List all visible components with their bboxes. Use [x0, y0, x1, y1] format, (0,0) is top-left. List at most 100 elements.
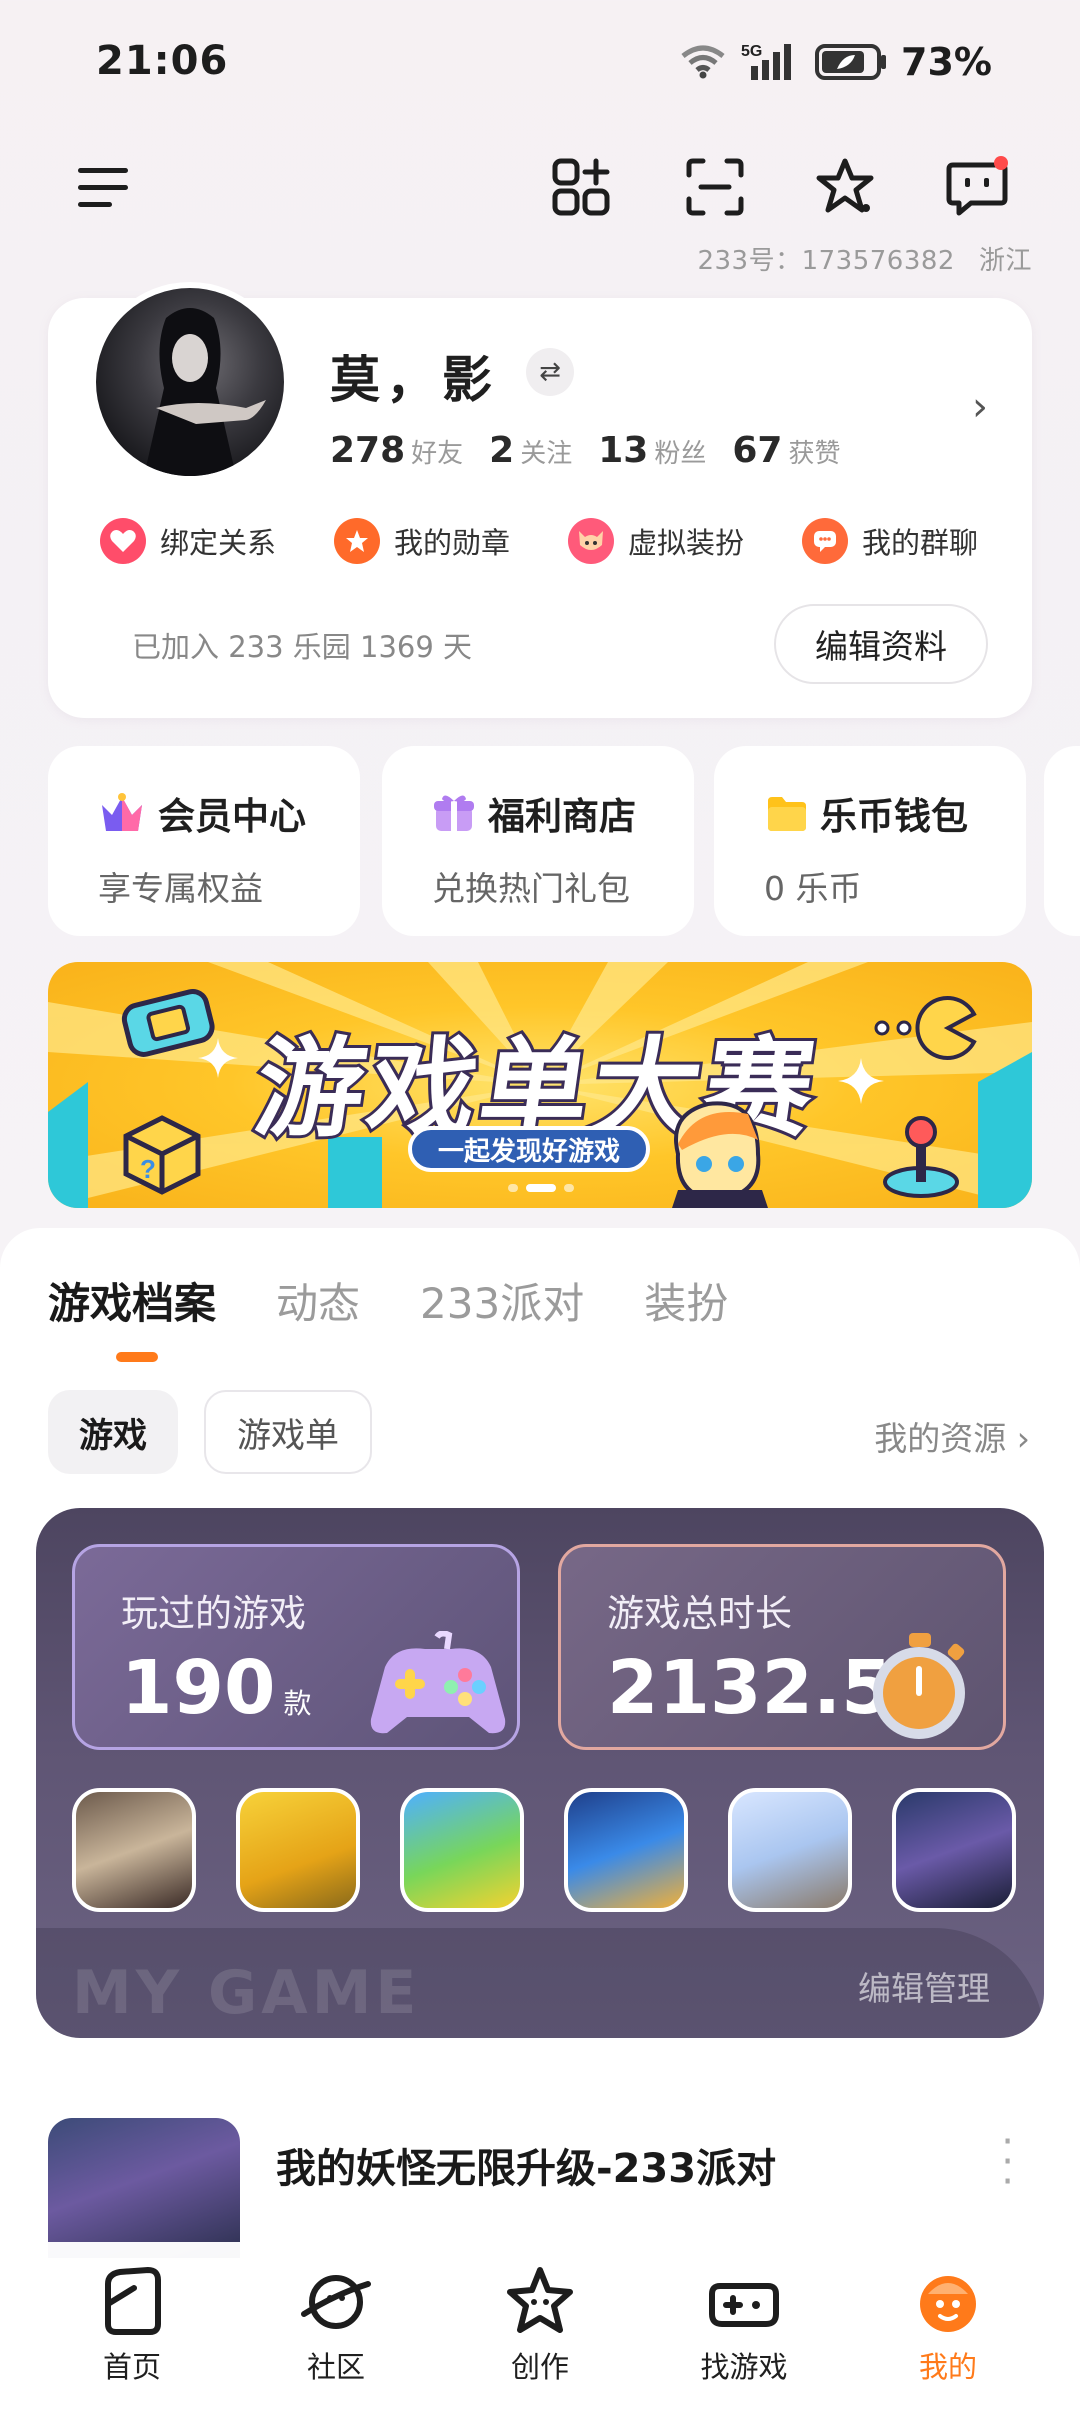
chevron-right-icon[interactable]: › [972, 384, 988, 430]
uid-line: 233号：173576382 浙江 [697, 240, 1032, 277]
quick-link-costume[interactable]: 虚拟装扮 [568, 518, 744, 564]
sparkle-icon [838, 1058, 884, 1104]
stat-friends[interactable]: 278 好友 [330, 430, 463, 471]
create-star-icon [507, 2267, 573, 2333]
event-banner[interactable]: ? 游戏单大赛 一起发现好游戏 [48, 962, 1032, 1208]
controller-icon [370, 1631, 506, 1734]
edit-profile-button[interactable]: 编辑资料 [774, 604, 988, 684]
chip-games[interactable]: 游戏 [48, 1390, 178, 1474]
nav-me[interactable]: 我的 [873, 2242, 1023, 2412]
battery-icon [815, 44, 887, 80]
tile-title: 福利商店 [432, 786, 650, 840]
played-games-box[interactable]: 玩过的游戏 190 款 [72, 1544, 520, 1750]
stat-fans[interactable]: 13 粉丝 [598, 430, 706, 471]
home-icon [105, 2267, 161, 2335]
tile-subtitle: 享专属权益 [98, 869, 263, 908]
game-icon-6[interactable] [892, 1788, 1016, 1912]
me-icon [920, 2276, 976, 2332]
tab-game-archive[interactable]: 游戏档案 [48, 1270, 216, 1331]
mascot-character [672, 1101, 768, 1208]
tile-membership[interactable]: 会员中心 享专属权益 [48, 746, 360, 936]
stat-following[interactable]: 2 关注 [489, 430, 572, 471]
quick-link-group-chat[interactable]: 我的群聊 [802, 518, 978, 564]
quick-link-bind-relation[interactable]: 绑定关系 [100, 518, 276, 564]
bottom-nav: 首页 社区 创作 找游戏 我的 [0, 2242, 1080, 2412]
group-chat-icon [802, 518, 849, 564]
nav-create[interactable]: 创作 [465, 2242, 615, 2412]
planet-icon [301, 2275, 371, 2329]
network-type: 5G [741, 43, 762, 60]
game-icon-4[interactable] [564, 1788, 688, 1912]
swap-account-button[interactable]: ⇄ [526, 348, 574, 396]
message-icon[interactable] [942, 152, 1012, 222]
game-icon-3[interactable] [400, 1788, 524, 1912]
star-icon[interactable] [810, 152, 880, 222]
nav-find-games[interactable]: 找游戏 [669, 2242, 819, 2412]
banner-pagination [508, 1184, 574, 1192]
pacman-deco-icon [874, 996, 977, 1060]
quick-links: 绑定关系 我的勋章 虚拟装扮 我的群聊 [100, 518, 978, 564]
profile-tabs: 游戏档案 动态 233派对 装扮 [48, 1270, 728, 1331]
menu-icon[interactable] [68, 152, 138, 222]
game-icon-1[interactable] [72, 1788, 196, 1912]
wifi-icon [681, 45, 725, 79]
nav-home[interactable]: 首页 [57, 2242, 207, 2412]
my-resources-link[interactable]: 我的资源 › [874, 1412, 1030, 1460]
tile-wallet[interactable]: 乐币钱包 0 乐币 [714, 746, 1026, 936]
post-title[interactable]: 我的妖怪无限升级-233派对 [276, 2136, 776, 2194]
profile-stats: 278 好友 2 关注 13 粉丝 67 获赞 [330, 430, 841, 471]
signal-icon: 5G [741, 43, 792, 80]
region-text: 浙江 [978, 246, 1032, 276]
tile-next-peek[interactable] [1044, 746, 1080, 936]
tab-indicator [116, 1352, 158, 1362]
tile-welfare-shop[interactable]: 福利商店 兑换热门礼包 [382, 746, 694, 936]
chevron-right-icon: › [1016, 1419, 1030, 1458]
footer-watermark: MY GAME [72, 1958, 421, 2028]
apps-icon[interactable] [546, 152, 616, 222]
nickname: 莫，影 [330, 351, 498, 409]
recent-games-row [72, 1788, 1016, 1912]
gamepad-icon [709, 2283, 779, 2327]
heart-icon [100, 518, 146, 564]
medal-icon [334, 518, 381, 564]
played-games-unit: 款 [283, 1687, 312, 1720]
profile-card: 莫，影 ⇄ 278 好友 2 关注 13 粉丝 67 获赞 › 绑定关系 我的勋章 虚拟… [48, 282, 1032, 718]
quick-link-medals[interactable]: 我的勋章 [334, 518, 510, 564]
cube-deco-icon: ? [123, 1115, 201, 1195]
stat-likes[interactable]: 67 获赞 [732, 430, 840, 471]
avatar[interactable] [90, 282, 290, 482]
gift-icon [434, 795, 474, 831]
play-duration-box[interactable]: 游戏总时长 2132.5小时 [558, 1544, 1006, 1750]
tile-subtitle: 0 乐币 [764, 869, 862, 908]
status-time: 21:06 [96, 38, 229, 84]
joystick-deco-icon [883, 1116, 959, 1198]
played-games-value: 190 [121, 1645, 276, 1731]
scan-icon[interactable] [680, 152, 750, 222]
nav-community[interactable]: 社区 [261, 2242, 411, 2412]
game-archive-card: GAME TIME 玩过的游戏 190款 游戏总时长 2132.5小时 MY G… [36, 1508, 1044, 2038]
played-games-label: 玩过的游戏 [121, 1592, 306, 1635]
my-resources-label: 我的资源 [874, 1419, 1007, 1458]
tile-title: 会员中心 [98, 786, 316, 840]
sparkle-icon [198, 1038, 238, 1078]
more-options-icon[interactable]: · · · [1001, 2122, 1014, 2202]
game-icon-2[interactable] [236, 1788, 360, 1912]
svg-text:?: ? [140, 1154, 156, 1184]
tile-subtitle: 兑换热门礼包 [432, 869, 630, 908]
wallet-icon [768, 797, 806, 831]
edit-manage-button[interactable]: 编辑管理 [858, 1962, 990, 2010]
tab-activity[interactable]: 动态 [276, 1270, 360, 1331]
play-duration-value: 2132.5 [607, 1645, 893, 1731]
chip-game-lists[interactable]: 游戏单 [204, 1390, 372, 1474]
joined-days: 已加入 233 乐园 1369 天 [132, 630, 473, 664]
battery-percent: 73% [901, 40, 992, 84]
tab-party[interactable]: 233派对 [420, 1270, 584, 1331]
banner-tagline: 一起发现好游戏 [408, 1126, 651, 1172]
stopwatch-icon [873, 1633, 965, 1739]
post-thumbnail[interactable] [48, 2118, 240, 2258]
uid-text: 233号：173576382 [697, 246, 955, 276]
tab-costume[interactable]: 装扮 [644, 1270, 728, 1331]
crown-icon [102, 793, 142, 831]
costume-icon [568, 518, 615, 564]
game-icon-5[interactable] [728, 1788, 852, 1912]
